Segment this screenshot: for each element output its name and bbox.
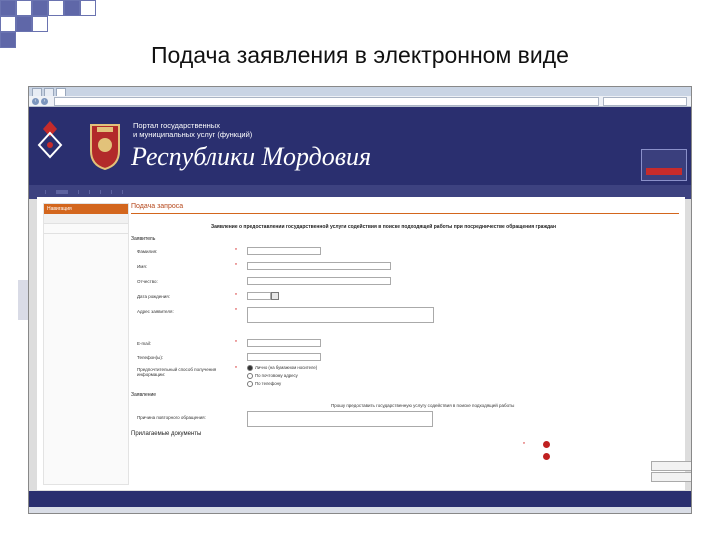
radio-label: Лично (на бумажном носителе) bbox=[255, 365, 318, 371]
info-method-option[interactable]: По телефону bbox=[247, 381, 281, 387]
phone-input[interactable] bbox=[247, 353, 321, 361]
info-method-option[interactable]: По почтовому адресу bbox=[247, 373, 298, 379]
slide-title: Подача заявления в электронном виде bbox=[151, 42, 569, 68]
name-input[interactable] bbox=[247, 262, 391, 270]
required-mark: * bbox=[235, 340, 237, 346]
radio-selected-icon bbox=[247, 365, 253, 371]
url-input[interactable] bbox=[54, 96, 599, 106]
decor-square bbox=[16, 0, 32, 16]
left-nav-header: Навигация bbox=[44, 204, 128, 214]
region-emblem-icon bbox=[33, 113, 67, 173]
birthdate-input[interactable] bbox=[247, 292, 271, 300]
name-label: Имя: bbox=[137, 264, 148, 269]
decor-square bbox=[80, 0, 96, 16]
forward-icon[interactable]: › bbox=[41, 97, 48, 105]
surname-input[interactable] bbox=[247, 247, 321, 255]
nav-item[interactable] bbox=[46, 190, 57, 194]
documents-section-title: Прилагаемые документы bbox=[131, 431, 202, 437]
address-bar: ‹ › bbox=[29, 96, 691, 107]
required-mark: * bbox=[235, 366, 237, 372]
request-title: Подача запроса bbox=[131, 203, 679, 214]
browser-tab[interactable] bbox=[44, 87, 54, 96]
page-content: Навигация Подача запроса Заявление о пре… bbox=[37, 197, 691, 490]
request-form: Подача запроса Заявление о предоставлени… bbox=[131, 203, 691, 482]
nav-item[interactable] bbox=[79, 190, 90, 194]
surname-label: Фамилия: bbox=[137, 249, 158, 254]
reason-textarea[interactable] bbox=[247, 411, 433, 427]
decor-square bbox=[48, 0, 64, 16]
nav-item[interactable] bbox=[90, 190, 101, 194]
portal-title-line1: Портал государственных bbox=[133, 121, 220, 130]
portal-footer bbox=[29, 491, 691, 507]
browser-search-input[interactable] bbox=[603, 96, 687, 106]
nav-item[interactable] bbox=[112, 190, 123, 194]
reason-label: Причина повторного обращения: bbox=[137, 415, 206, 420]
required-mark: * bbox=[235, 263, 237, 269]
coat-of-arms-icon bbox=[90, 124, 120, 171]
patronymic-label: Отчество: bbox=[137, 279, 158, 284]
info-method-label: Предпочтительный способ получения информ… bbox=[137, 367, 217, 377]
phone-label: Телефон(ы): bbox=[137, 355, 164, 360]
browser-tab[interactable] bbox=[32, 87, 42, 96]
portal-title-line2: и муниципальных услуг (функций) bbox=[133, 130, 253, 139]
decor-square bbox=[0, 0, 16, 16]
slide-side-decoration bbox=[18, 280, 28, 320]
slide-corner-decoration bbox=[0, 0, 130, 48]
nav-item[interactable] bbox=[68, 190, 79, 194]
statement-text: Прошу предоставить государственную услуг… bbox=[331, 403, 515, 408]
calendar-icon[interactable] bbox=[271, 292, 279, 300]
browser-tab-active[interactable] bbox=[56, 87, 66, 96]
decor-square bbox=[16, 16, 32, 32]
eservice-box bbox=[641, 149, 687, 181]
back-icon[interactable]: ‹ bbox=[32, 97, 39, 105]
patronymic-input[interactable] bbox=[247, 277, 391, 285]
decor-square bbox=[64, 0, 80, 16]
status-bar bbox=[29, 507, 691, 513]
birthdate-label: Дата рождения: bbox=[137, 294, 170, 299]
decor-square bbox=[32, 0, 48, 16]
radio-label: По телефону bbox=[255, 381, 282, 387]
left-navigation: Навигация bbox=[43, 203, 129, 485]
form-action-button[interactable] bbox=[651, 461, 691, 471]
nav-item[interactable] bbox=[101, 190, 112, 194]
browser-window: ‹ › Портал государственных и муниципальн… bbox=[28, 86, 692, 514]
statement-section-title: Заявление bbox=[131, 392, 157, 398]
left-nav-item[interactable] bbox=[44, 214, 128, 224]
radio-icon bbox=[247, 373, 253, 379]
decor-square bbox=[0, 16, 16, 32]
applicant-section-title: Заявитель bbox=[131, 236, 156, 242]
required-mark: * bbox=[235, 248, 237, 254]
required-mark: * bbox=[235, 308, 237, 314]
nav-item-active[interactable] bbox=[57, 190, 68, 194]
left-nav-item[interactable] bbox=[44, 224, 128, 234]
portal-region-title: Республики Мордовия bbox=[131, 142, 372, 171]
radio-icon bbox=[247, 381, 253, 387]
form-action-button[interactable] bbox=[651, 472, 691, 482]
nav-item[interactable] bbox=[35, 190, 46, 194]
required-mark: * bbox=[235, 293, 237, 299]
address-textarea[interactable] bbox=[247, 307, 434, 323]
portal-header: Портал государственных и муниципальных у… bbox=[29, 107, 691, 185]
form-title: Заявление о предоставлении государственн… bbox=[211, 224, 556, 230]
email-label: E-mail: bbox=[137, 341, 152, 346]
email-input[interactable] bbox=[247, 339, 321, 347]
address-label: Адрес заявителя: bbox=[137, 309, 174, 314]
browser-tab-bar bbox=[29, 87, 691, 96]
upload-icon[interactable] bbox=[543, 441, 550, 448]
radio-label: По почтовому адресу bbox=[255, 373, 298, 379]
required-mark: * bbox=[523, 442, 525, 448]
upload-icon[interactable] bbox=[543, 453, 550, 460]
login-button[interactable] bbox=[646, 168, 682, 175]
decor-square bbox=[32, 16, 48, 32]
info-method-option[interactable]: Лично (на бумажном носителе) bbox=[247, 365, 317, 371]
